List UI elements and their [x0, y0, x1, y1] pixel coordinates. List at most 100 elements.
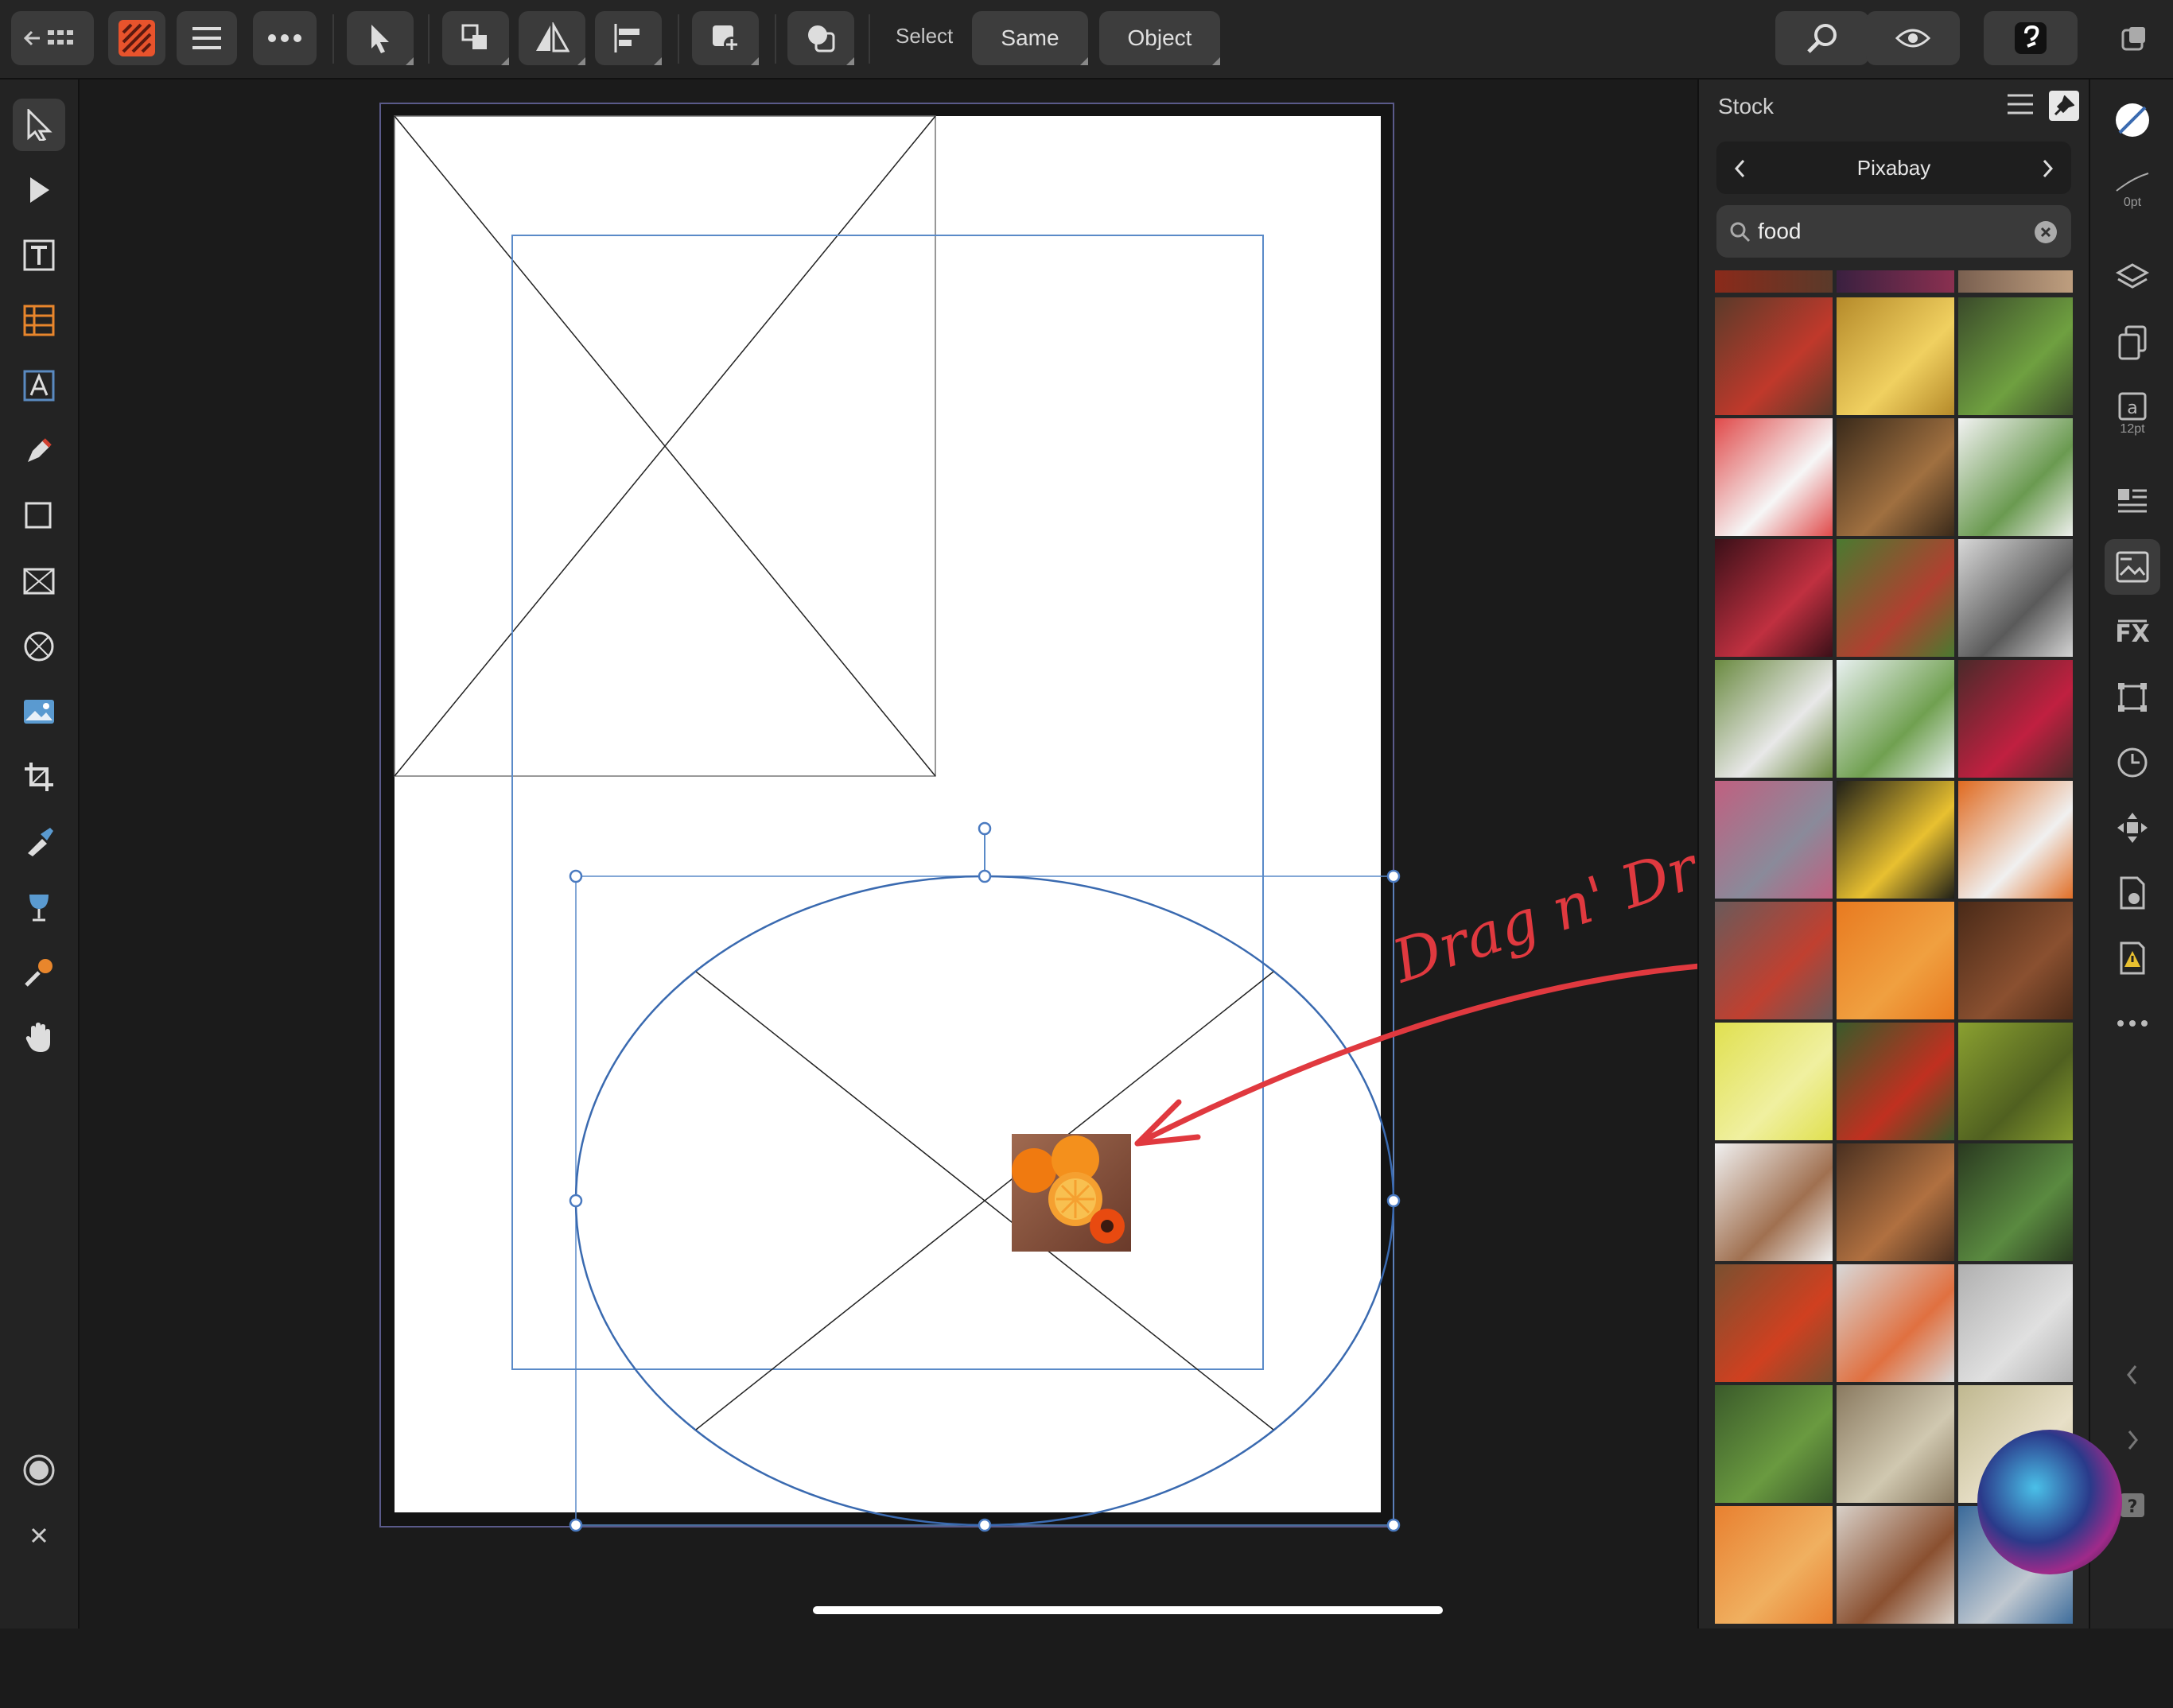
stock-thumbnail-couple-cooking[interactable] — [1958, 1264, 2073, 1382]
rectangle-tool[interactable] — [13, 490, 65, 542]
frame-text-tool[interactable] — [13, 229, 65, 281]
dragged-orange-image[interactable] — [1012, 1134, 1131, 1252]
stock-thumbnail-apple-orchard[interactable] — [1837, 539, 1954, 657]
stock-thumbnail-man-with-banana[interactable] — [1958, 539, 2073, 657]
stock-thumbnail-tomatoes-on-wood[interactable] — [1715, 297, 1833, 415]
collapse-right-button[interactable] — [2105, 1412, 2160, 1468]
preflight-studio-button[interactable] — [2105, 930, 2160, 986]
navigator-studio-button[interactable] — [2105, 800, 2160, 856]
zoom-button[interactable] — [1775, 11, 1869, 65]
stock-panel-title: Stock — [1718, 94, 1775, 118]
stock-thumbnail-spices-white[interactable] — [1715, 1143, 1833, 1261]
pages-studio-button[interactable] — [2105, 315, 2160, 371]
stock-thumbnail-macarons-pink[interactable] — [1715, 781, 1833, 899]
resource-manager-button[interactable] — [2105, 865, 2160, 921]
stock-thumbnail-orange-halves-flower[interactable] — [1837, 902, 1954, 1019]
flip-button[interactable] — [519, 11, 585, 65]
record-button[interactable] — [13, 1444, 65, 1496]
history-studio-button[interactable] — [2105, 735, 2160, 790]
character-studio-button[interactable]: a 12pt — [2105, 380, 2160, 448]
canvas[interactable]: Drag n' Drop — [80, 80, 1697, 1628]
ellipse-frame-tool[interactable] — [13, 620, 65, 673]
partial-thumbnail[interactable] — [1958, 270, 2073, 293]
stock-thumbnail-nuts-and-spices[interactable] — [1837, 418, 1954, 536]
select-same-button[interactable]: Same — [972, 11, 1088, 65]
collapse-left-button[interactable] — [2105, 1347, 2160, 1403]
home-indicator[interactable] — [813, 1606, 1443, 1614]
stock-thumbnail-peeled-orange[interactable] — [1715, 1506, 1833, 1624]
stock-thumbnail-spinach-bowl[interactable] — [1958, 1143, 2073, 1261]
align-button[interactable] — [595, 11, 662, 65]
page[interactable] — [395, 116, 1381, 1512]
arrange-button[interactable] — [442, 11, 509, 65]
table-tool[interactable] — [13, 294, 65, 347]
select-label: Select — [896, 24, 954, 48]
divider — [678, 14, 679, 64]
selection-mode-button[interactable] — [347, 11, 414, 65]
stock-studio-button[interactable] — [2105, 539, 2160, 595]
window-button[interactable] — [2108, 11, 2160, 65]
stock-thumbnail-vegetables-on-wood[interactable] — [1715, 1264, 1833, 1382]
stock-thumbnail-green-pears[interactable] — [1958, 1023, 2073, 1140]
panel-menu-button[interactable] — [2006, 92, 2038, 121]
transparency-tool[interactable] — [13, 946, 65, 999]
view-mode-button[interactable] — [1866, 11, 1960, 65]
publisher-persona-button[interactable] — [108, 11, 165, 65]
stock-search-input[interactable] — [1758, 215, 2012, 248]
stock-search-field[interactable] — [1716, 205, 2071, 258]
stock-thumbnail-night-street-lanterns[interactable] — [1715, 539, 1833, 657]
help-button[interactable] — [1984, 11, 2078, 65]
stock-thumbnail-cucumber-splash[interactable] — [1837, 660, 1954, 778]
stock-thumbnail-carrots-vegetables[interactable] — [1958, 781, 2073, 899]
color-picker-tool[interactable] — [13, 816, 65, 868]
fill-tool[interactable] — [13, 881, 65, 934]
stock-thumbnail-eggs-on-dark[interactable] — [1837, 781, 1954, 899]
close-tools-button[interactable] — [13, 1509, 65, 1562]
next-source-button[interactable] — [2031, 153, 2063, 184]
stock-thumbnail-vegetable-basket[interactable] — [1958, 297, 2073, 415]
view-tool[interactable] — [13, 1011, 65, 1064]
stroke-color-button[interactable] — [2105, 92, 2160, 148]
stock-thumbnail-lemon-slices[interactable] — [1715, 1023, 1833, 1140]
stock-thumbnail-apples-books[interactable] — [1715, 902, 1833, 1019]
more-studios-button[interactable] — [2105, 996, 2160, 1051]
menu-button[interactable] — [177, 11, 237, 65]
more-options-button[interactable] — [253, 11, 317, 65]
transform-studio-button[interactable] — [2105, 670, 2160, 725]
stock-thumbnail-coffee-cup-autumn[interactable] — [1837, 1506, 1954, 1624]
clear-search-button[interactable] — [2035, 221, 2057, 243]
boolean-geometry-button[interactable] — [787, 11, 854, 65]
stock-thumbnail-watermelon-hearts[interactable] — [1715, 418, 1833, 536]
siri-orb[interactable] — [1977, 1430, 2122, 1574]
partial-thumbnail[interactable] — [1715, 270, 1833, 293]
back-to-documents-button[interactable] — [11, 11, 94, 65]
select-object-button[interactable]: Object — [1099, 11, 1220, 65]
crop-tool[interactable] — [13, 751, 65, 803]
stock-thumbnail-basil-plant[interactable] — [1715, 1385, 1833, 1503]
pen-tool[interactable] — [13, 425, 65, 477]
stock-thumbnail-herb-circle[interactable] — [1958, 418, 2073, 536]
node-tool[interactable] — [13, 164, 65, 216]
stock-thumbnail-salmon-salad[interactable] — [1837, 1264, 1954, 1382]
move-tool[interactable] — [13, 99, 65, 151]
list-icon — [2008, 94, 2033, 115]
paragraph-studio-button[interactable] — [2105, 474, 2160, 530]
stock-thumbnail-coffee-beans[interactable] — [1958, 902, 2073, 1019]
stock-thumbnail-tomatoes-broccoli[interactable] — [1837, 1023, 1954, 1140]
effects-studio-button[interactable]: FX — [2105, 604, 2160, 660]
eye-icon — [1895, 29, 1931, 48]
stroke-width-button[interactable]: 0pt — [2105, 156, 2160, 224]
rectangle-frame-tool[interactable] — [13, 555, 65, 608]
stock-thumbnail-salad-greens[interactable] — [1715, 660, 1833, 778]
stock-thumbnail-olive-oil-bowl[interactable] — [1837, 297, 1954, 415]
artistic-text-tool[interactable] — [13, 359, 65, 412]
stock-thumbnail-wooden-spoons[interactable] — [1837, 1143, 1954, 1261]
text-size-value: 12pt — [2120, 422, 2145, 436]
stock-thumbnail-raspberries-bowl[interactable] — [1958, 660, 2073, 778]
place-image-tool[interactable] — [13, 685, 65, 738]
partial-thumbnail[interactable] — [1837, 270, 1954, 293]
pin-panel-button[interactable] — [2049, 91, 2079, 121]
insert-button[interactable] — [692, 11, 759, 65]
layers-studio-button[interactable] — [2105, 250, 2160, 305]
stock-thumbnail-kitchen-window[interactable] — [1837, 1385, 1954, 1503]
